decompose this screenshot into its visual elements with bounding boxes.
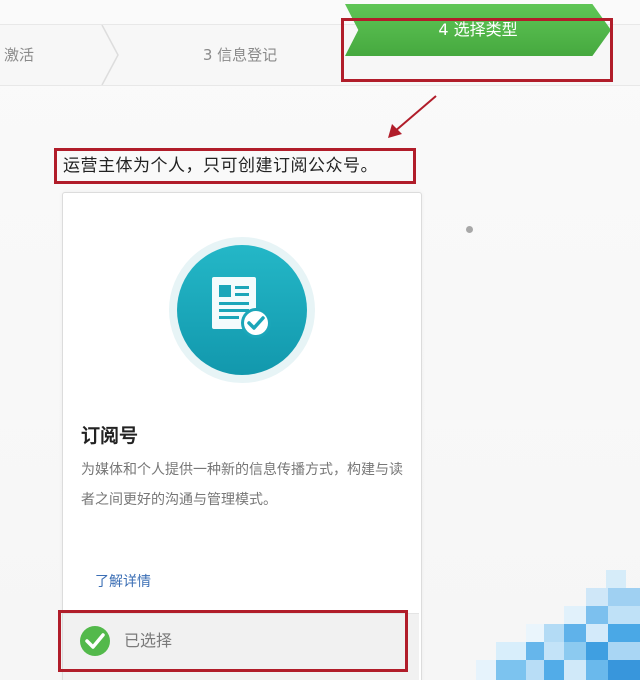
annotation-box-step — [341, 18, 613, 82]
card-description: 为媒体和个人提供一种新的信息传播方式，构建与读者之间更好的沟通与管理模式。 — [81, 462, 403, 508]
subscription-account-card[interactable]: 订阅号 为媒体和个人提供一种新的信息传播方式，构建与读者之间更好的沟通与管理模式… — [62, 192, 422, 680]
card-icon-circle — [177, 245, 307, 375]
card-icon-ring — [169, 237, 315, 383]
step-info-registration: 3 信息登记 — [202, 46, 278, 64]
notice-text: 运营主体为个人，只可创建订阅公众号。 — [54, 148, 416, 184]
annotation-box-selected — [58, 610, 408, 672]
learn-more-link[interactable]: 了解详情 — [95, 571, 151, 591]
pixel-mosaic-decoration — [476, 570, 640, 680]
dot-marker — [466, 226, 473, 233]
card-title: 订阅号 — [81, 425, 139, 447]
document-check-icon — [212, 277, 271, 338]
annotation-arrow-icon — [388, 95, 437, 138]
page: 激活 3 信息登记 4 选择类型 运营主体为个人，只可创建订阅公众号。 订阅号 … — [0, 0, 640, 680]
step-separator-icon — [101, 25, 119, 85]
step-activate: 激活 — [4, 46, 35, 64]
